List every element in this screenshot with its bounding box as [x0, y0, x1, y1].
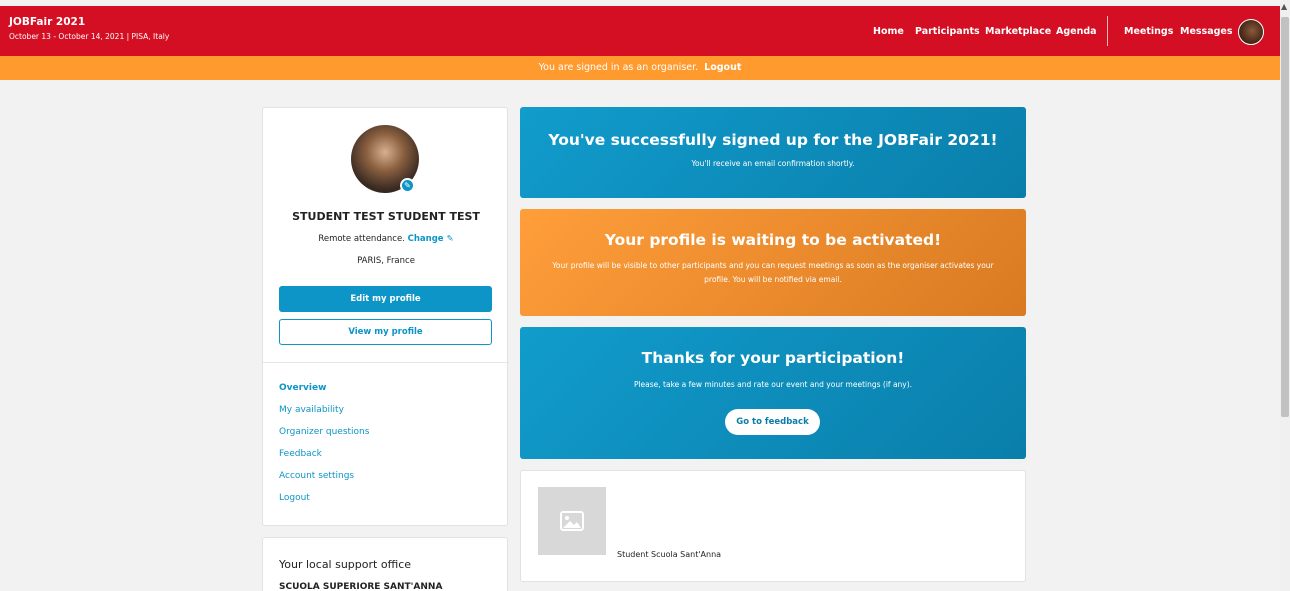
- waiting-title: Your profile is waiting to be activated!: [604, 231, 942, 249]
- pencil-icon: ✎: [446, 234, 454, 244]
- edit-profile-button[interactable]: Edit my profile: [279, 286, 492, 312]
- nav-participants[interactable]: Participants: [915, 6, 980, 56]
- organiser-banner: You are signed in as an organiser. Logout: [0, 56, 1280, 80]
- profile-name: STUDENT TEST STUDENT TEST: [292, 210, 480, 223]
- event-subtitle: October 13 - October 14, 2021 | PISA, It…: [9, 32, 170, 41]
- menu-item-availability[interactable]: My availability: [279, 405, 369, 427]
- profile-card: ✎ STUDENT TEST STUDENT TEST Remote atten…: [262, 107, 509, 526]
- support-org-name: SCUOLA SUPERIORE SANT'ANNA: [279, 582, 443, 591]
- signup-title: You've successfully signed up for the JO…: [548, 131, 998, 149]
- organization-name[interactable]: Student Scuola Sant'Anna: [617, 550, 721, 559]
- waiting-text: Your profile will be visible to other pa…: [552, 261, 994, 284]
- thanks-text: Please, take a few minutes and rate our …: [633, 380, 913, 389]
- view-profile-button[interactable]: View my profile: [279, 319, 492, 345]
- menu-item-overview[interactable]: Overview: [279, 383, 369, 405]
- nav-home[interactable]: Home: [873, 6, 904, 56]
- thanks-title: Thanks for your participation!: [641, 349, 905, 367]
- event-title[interactable]: JOBFair 2021: [9, 16, 85, 28]
- nav-divider: [1107, 16, 1108, 46]
- banner-text: You are signed in as an organiser.: [538, 62, 699, 73]
- menu-item-organizer-questions[interactable]: Organizer questions: [279, 427, 369, 449]
- profile-waiting-box: Your profile is waiting to be activated!…: [520, 209, 1026, 316]
- thanks-box: Thanks for your participation! Please, t…: [520, 327, 1026, 459]
- signup-text: You'll receive an email confirmation sho…: [691, 159, 855, 168]
- menu-item-feedback[interactable]: Feedback: [279, 449, 369, 471]
- profile-location: PARIS, France: [357, 256, 415, 266]
- user-avatar[interactable]: [1238, 19, 1264, 45]
- image-placeholder-icon: [538, 487, 606, 555]
- organization-card: Student Scuola Sant'Anna: [520, 470, 1026, 582]
- attendance-line: Remote attendance. Change ✎: [263, 234, 509, 244]
- scrollbar-thumb[interactable]: [1281, 17, 1289, 417]
- nav-meetings[interactable]: Meetings: [1124, 6, 1173, 56]
- support-title: Your local support office: [279, 558, 412, 571]
- change-attendance-link[interactable]: Change ✎: [408, 234, 454, 244]
- scrollbar[interactable]: ▲: [1280, 0, 1290, 591]
- attendance-text: Remote attendance.: [318, 234, 405, 244]
- divider: [263, 362, 509, 363]
- scroll-up-icon[interactable]: ▲: [1281, 2, 1287, 11]
- nav-messages[interactable]: Messages: [1180, 6, 1233, 56]
- menu-item-account-settings[interactable]: Account settings: [279, 471, 369, 493]
- menu-item-logout[interactable]: Logout: [279, 493, 369, 515]
- banner-logout-link[interactable]: Logout: [704, 62, 741, 73]
- go-to-feedback-button[interactable]: Go to feedback: [725, 409, 820, 435]
- top-navbar: JOBFair 2021 October 13 - October 14, 20…: [0, 6, 1280, 56]
- nav-agenda[interactable]: Agenda: [1056, 6, 1097, 56]
- signup-success-box: You've successfully signed up for the JO…: [520, 107, 1026, 198]
- support-office-card: Your local support office SCUOLA SUPERIO…: [262, 537, 508, 591]
- edit-photo-icon[interactable]: ✎: [400, 178, 415, 193]
- profile-menu: Overview My availability Organizer quest…: [279, 383, 369, 515]
- nav-marketplace[interactable]: Marketplace: [985, 6, 1051, 56]
